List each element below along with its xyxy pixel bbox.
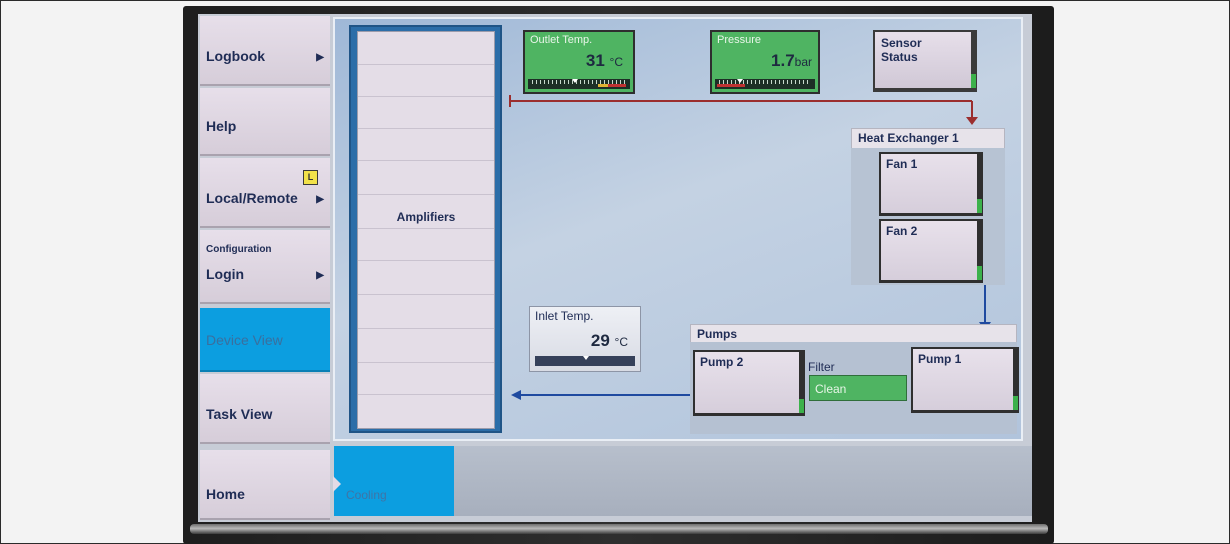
pump-label: Pump 2 [700, 355, 744, 369]
screen: Logbook ▶ Help L Local/Remote ▶ Configur… [198, 14, 1032, 522]
sidebar-item-label: Login [206, 266, 245, 282]
chevron-right-icon: ▶ [316, 52, 324, 63]
fan-label: Fan 2 [886, 224, 918, 238]
heat-exchanger-header: Heat Exchanger 1 [851, 128, 1005, 149]
local-mode-badge: L [303, 170, 318, 185]
sidebar-item-login[interactable]: Configuration Login ▶ [200, 230, 330, 304]
sidebar-item-label: Local/Remote [206, 190, 298, 206]
sidebar-item-label: Help [206, 118, 237, 134]
sidebar-item-label: Device View [206, 332, 283, 348]
flow-arrow-down-icon [966, 117, 978, 125]
chevron-right-icon: ▶ [316, 270, 324, 281]
fan-label: Fan 1 [886, 157, 918, 171]
sidebar-item-help[interactable]: Help [200, 88, 330, 156]
gauge-title: Inlet Temp. [535, 309, 594, 323]
fan-1-tile[interactable]: Fan 1 [879, 152, 983, 216]
sidebar-item-caption: Configuration [206, 244, 272, 255]
pump-label: Pump 1 [918, 352, 962, 366]
status-led-icon [977, 266, 982, 280]
tab-cooling[interactable]: Cooling [333, 446, 454, 516]
gauge-scale [535, 356, 635, 366]
sidebar-item-task-view[interactable]: Task View [200, 374, 330, 444]
sidebar-item-home[interactable]: Home [200, 450, 330, 520]
sidebar-item-logbook[interactable]: Logbook ▶ [200, 16, 330, 86]
sidebar-item-local-remote[interactable]: L Local/Remote ▶ [200, 158, 330, 228]
monitor-lip [190, 524, 1048, 534]
sidebar-item-device-view[interactable]: Device View [200, 308, 330, 372]
sidebar-item-label: Home [206, 486, 245, 502]
status-led-icon [1013, 396, 1018, 410]
pump-2-tile[interactable]: Pump 2 [693, 350, 805, 416]
gauge-value: 29 °C [590, 331, 628, 350]
status-led-icon [977, 199, 982, 213]
filter-label: Filter [808, 360, 835, 374]
cooling-diagram-panel: Amplifiers Outlet Temp. 31 °C Pressure 1… [333, 17, 1023, 441]
sidebar-item-label: Logbook [206, 48, 266, 64]
chevron-right-icon: ▶ [316, 194, 324, 205]
gauge-marker-icon [583, 356, 589, 360]
breadcrumb-bar [454, 446, 1032, 516]
filter-status-badge: Clean [809, 375, 907, 401]
pump-1-tile[interactable]: Pump 1 [911, 347, 1019, 413]
fan-2-tile[interactable]: Fan 2 [879, 219, 983, 283]
sidebar-item-label: Task View [206, 406, 273, 422]
tab-label: Cooling [346, 488, 387, 502]
flow-arrow-left-icon [511, 390, 521, 400]
inlet-temp-gauge[interactable]: Inlet Temp. 29 °C [529, 306, 641, 372]
status-led-icon [799, 399, 804, 413]
